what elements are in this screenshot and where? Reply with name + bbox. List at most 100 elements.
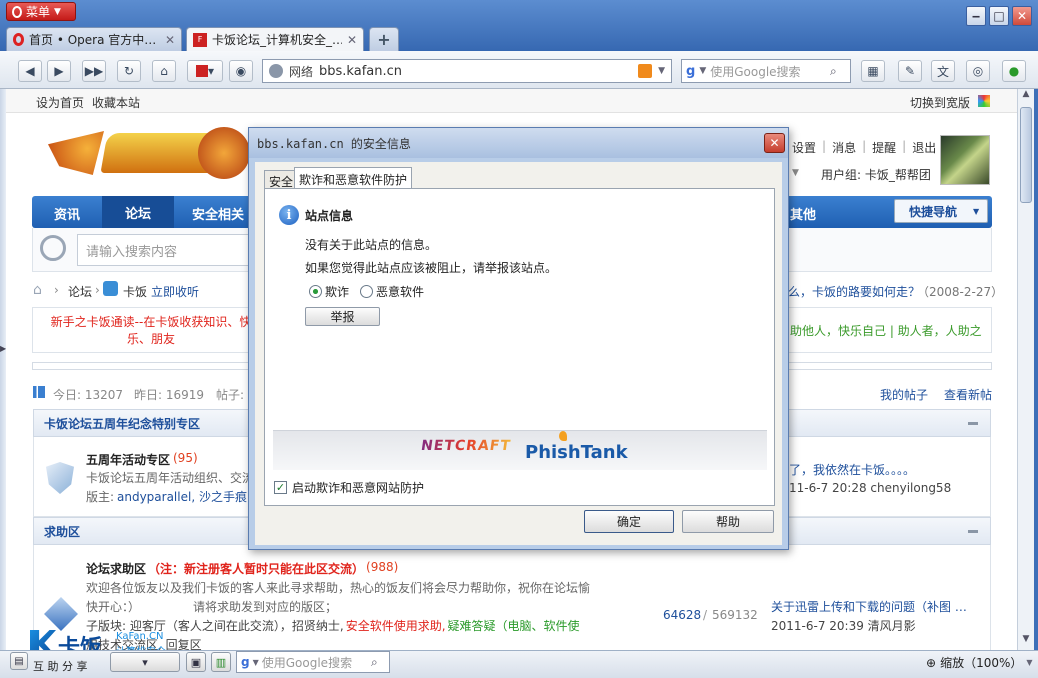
forward-button[interactable]: ▶ — [47, 60, 71, 82]
search-box[interactable]: g ▼ 使用Google搜索 ⌕ — [681, 59, 851, 83]
speed-dial-button[interactable]: ▾ — [187, 60, 223, 82]
view-new-link[interactable]: 查看新帖 — [944, 386, 992, 403]
translate-button[interactable]: 文 — [931, 60, 955, 82]
address-bar[interactable]: 网络 bbs.kafan.cn ▼ — [262, 59, 672, 83]
logo-strip — [273, 430, 767, 470]
chevron-down-icon: ▼ — [54, 6, 61, 17]
vertical-scrollbar[interactable]: ▲ ▼ — [1017, 89, 1034, 650]
scroll-down-arrow[interactable]: ▼ — [1018, 634, 1034, 650]
nav-security[interactable]: 安全相关 — [192, 204, 244, 223]
panel-toggle-button[interactable]: ▤ — [10, 652, 28, 670]
palette-icon[interactable] — [978, 95, 990, 107]
home-button[interactable]: ⌂ — [152, 60, 176, 82]
report-button[interactable]: 举报 — [305, 307, 380, 326]
fast-forward-button[interactable]: ▶▶ — [82, 60, 106, 82]
back-button[interactable]: ◀ — [18, 60, 42, 82]
tab-fraud-protection[interactable]: 欺诈和恶意软件防护 — [294, 167, 413, 189]
zoom-control[interactable]: ⊕ 缩放（100%） ▼ — [926, 654, 1033, 671]
forum-anniversary-name[interactable]: 五周年活动专区 — [86, 451, 170, 468]
nav-forum-active[interactable]: 论坛 — [102, 196, 174, 228]
tab-opera-home[interactable]: 首页 • Opera 官方中… ✕ — [6, 27, 182, 51]
last-post-title[interactable]: 了，我依然在卡饭。。。。 — [789, 461, 915, 478]
subforum-qa[interactable]: 疑难答疑（电脑、软件使 — [448, 617, 580, 634]
forum-help-name[interactable]: 论坛求助区 — [86, 560, 146, 577]
scroll-up-arrow[interactable]: ▲ — [1018, 89, 1034, 105]
tab-kafan[interactable]: F 卡饭论坛_计算机安全_… ✕ — [186, 27, 364, 51]
listen-link[interactable]: 立即收听 — [151, 283, 199, 300]
search-input[interactable]: 使用Google搜索 — [710, 63, 826, 80]
maximize-button[interactable]: □ — [989, 6, 1009, 26]
help-button[interactable]: 帮助 — [682, 510, 774, 533]
forum-help-note: （注：新注册客人暂时只能在此区交流） — [148, 562, 365, 576]
chevron-down-icon[interactable]: ▼ — [253, 658, 259, 667]
collapse-icon[interactable] — [968, 530, 978, 533]
chevron-down-icon[interactable]: ▼ — [699, 66, 706, 76]
notices-link[interactable]: 提醒 — [872, 139, 896, 156]
radio-malware[interactable]: 恶意软件 — [360, 283, 424, 300]
avatar[interactable] — [940, 135, 990, 185]
new-tab-button[interactable]: + — [369, 27, 399, 51]
announce-left[interactable]: 新手之卡饭通读--在卡饭收获知识、快乐、朋友 — [46, 314, 256, 348]
globe-icon — [269, 64, 283, 78]
ok-button[interactable]: 确定 — [584, 510, 674, 533]
status-search-box[interactable]: g ▼ 使用Google搜索 ⌕ — [236, 651, 390, 673]
set-homepage-link[interactable]: 设为首页 — [36, 94, 84, 111]
search-icon[interactable]: ⌕ — [830, 64, 850, 79]
announce-right2[interactable]: 助他人，快乐自己 | 助人者，人助之 — [790, 322, 982, 339]
enable-protection-checkbox[interactable]: ✓ 启动欺诈和恶意网站防护 — [274, 479, 424, 496]
breadcrumb-arrow-icon: › — [95, 283, 100, 297]
messages-link[interactable]: 消息 — [832, 139, 856, 156]
scroll-thumb[interactable] — [1020, 107, 1032, 203]
logout-link[interactable]: 退出 — [912, 139, 936, 156]
logo-badge-icon — [198, 127, 250, 179]
dialog-close-button[interactable]: ✕ — [764, 133, 785, 153]
status-search-input[interactable]: 使用Google搜索 — [262, 654, 368, 671]
last-post-title[interactable]: 关于迅雷上传和下载的问题（补图 … — [771, 598, 967, 615]
weather-button[interactable]: ▾ — [110, 652, 180, 672]
globe-button[interactable]: ◉ — [229, 60, 253, 82]
bookmark-site-link[interactable]: 收藏本站 — [92, 94, 140, 111]
extension-button[interactable]: ▦ — [861, 60, 885, 82]
subforum-security-help[interactable]: 安全软件使用求助, — [346, 617, 446, 634]
rss-feed-icon[interactable] — [638, 64, 653, 78]
google-icon: g — [241, 655, 250, 669]
widget-button[interactable]: ◎ — [966, 60, 990, 82]
collapse-icon[interactable] — [968, 422, 978, 425]
kafan-logo[interactable] — [48, 123, 258, 185]
home-icon[interactable]: ⌂ — [33, 282, 42, 298]
forum-search-input[interactable]: 请输入搜索内容 — [77, 234, 257, 266]
screenshot-button[interactable]: ▣ — [186, 652, 206, 672]
watermark-url: KaFan.CN — [116, 631, 164, 642]
opera-link-button[interactable]: ● — [1002, 60, 1026, 82]
sidebar-handle[interactable]: ▶ — [0, 89, 6, 650]
search-icon[interactable]: ⌕ — [371, 655, 389, 670]
switch-wide-link[interactable]: 切换到宽版 — [910, 94, 970, 111]
forum-help-title-row: 论坛求助区 （注：新注册客人暂时只能在此区交流） (988) — [86, 560, 398, 577]
opera-menu-button[interactable]: 菜单 ▼ — [6, 2, 76, 21]
opera-icon — [13, 33, 24, 46]
forum-anniversary-desc: 卡饭论坛五周年活动组织、交流 — [86, 471, 255, 485]
close-tab-icon[interactable]: ✕ — [347, 33, 357, 47]
tools-button[interactable]: ✎ — [898, 60, 922, 82]
tab-security[interactable]: 安全 — [264, 170, 299, 189]
quick-nav-button[interactable]: 快捷导航 ▼ — [894, 199, 988, 223]
address-input[interactable]: bbs.kafan.cn — [319, 64, 632, 79]
announce-right-title[interactable]: 么，卡饭的路要如何走？ — [788, 283, 920, 300]
settings-link[interactable]: 设置 — [792, 139, 816, 156]
minimize-button[interactable]: ‒ — [966, 6, 986, 26]
reload-button[interactable]: ↻ — [117, 60, 141, 82]
moderators-list[interactable]: andyparallel, 沙之手痕, 刹 — [117, 488, 267, 505]
radio-checked-icon — [309, 285, 322, 298]
nav-news[interactable]: 资讯 — [54, 204, 80, 223]
breadcrumb-kafan[interactable]: 卡饭 — [123, 283, 147, 300]
radio-fraud[interactable]: 欺诈 — [309, 283, 349, 300]
chevron-down-icon[interactable]: ▼ — [792, 168, 799, 178]
breadcrumb-forum[interactable]: 论坛 — [68, 283, 92, 300]
chevron-down-icon[interactable]: ▼ — [658, 66, 671, 76]
kafan-watermark — [32, 629, 192, 650]
close-tab-icon[interactable]: ✕ — [165, 33, 175, 47]
notes-button[interactable]: ▥ — [211, 652, 231, 672]
my-posts-link[interactable]: 我的帖子 — [880, 386, 928, 403]
nav-other[interactable]: 其他 — [790, 204, 816, 223]
close-window-button[interactable]: ✕ — [1012, 6, 1032, 26]
